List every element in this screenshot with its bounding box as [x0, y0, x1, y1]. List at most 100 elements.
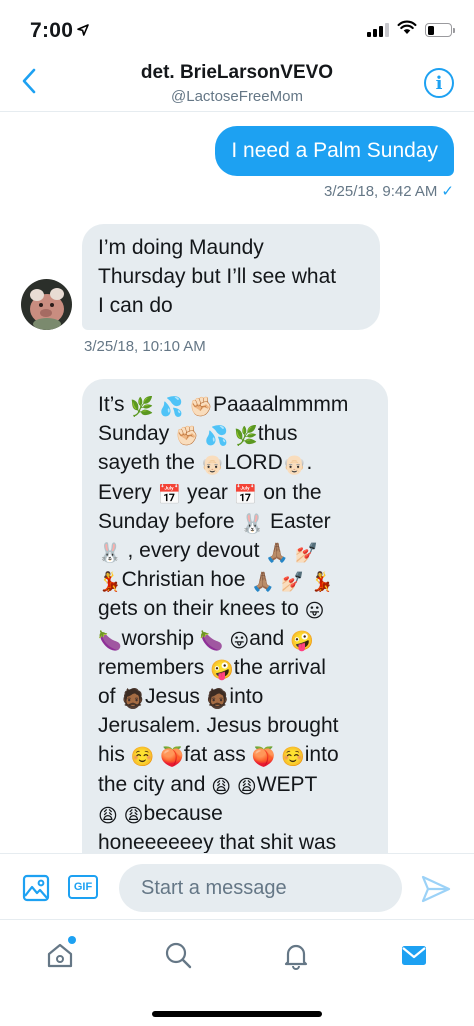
message-text: into	[229, 685, 264, 709]
message-line: Sunday ✊🏻 💦 🌿thus	[98, 419, 372, 448]
message-text: year	[181, 480, 234, 504]
home-indicator	[152, 1011, 322, 1017]
message-line: of 🧔🏾Jesus 🧔🏾into	[98, 682, 372, 711]
message-line: remembers 🤪the arrival	[98, 653, 372, 682]
sender-avatar[interactable]	[21, 279, 72, 330]
message-line: 🐰 , every devout 🙏🏽 💅🏻	[98, 536, 372, 565]
incoming-timestamp: 3/25/18, 10:10 AM	[84, 338, 206, 355]
message-line: Thursday but I’ll see what	[98, 265, 337, 289]
message-text: Christian hoe	[121, 568, 252, 592]
emoji: 🤪	[290, 629, 314, 652]
emoji: 🍆	[98, 629, 122, 652]
message-composer: GIF	[0, 853, 474, 919]
gif-button[interactable]: GIF	[68, 875, 98, 899]
emoji: 😩	[236, 775, 257, 798]
emoji: 👴🏻	[200, 454, 225, 477]
tab-messages[interactable]	[396, 938, 432, 972]
clock-text: 7:00	[30, 19, 74, 42]
info-icon: i	[435, 72, 443, 94]
conversation-header: det. BrieLarsonVEVO @LactoseFreeMom i	[0, 52, 474, 112]
notification-dot	[68, 936, 76, 944]
emoji: 🙏🏽	[251, 571, 275, 594]
message-line: Sunday before 🐰 Easter	[98, 507, 372, 536]
cellular-signal-icon	[367, 23, 389, 37]
message-text: WEPT	[256, 772, 318, 796]
message-text: the arrival	[233, 655, 326, 679]
notifications-icon	[284, 944, 308, 970]
message-line: 😩 😩because	[98, 799, 372, 828]
message-text: LORD	[224, 451, 283, 475]
emoji: 🍑	[251, 746, 276, 769]
send-button[interactable]	[420, 874, 452, 904]
message-text: his	[98, 743, 131, 767]
home-icon	[47, 943, 73, 968]
incoming-message-long[interactable]: It’s 🌿 💦 ✊🏻Paaaalmmmm Sunday ✊🏻 💦 🌿thus sa…	[82, 379, 388, 853]
message-text: Jerusalem. Jesus brought	[98, 714, 339, 738]
message-text: of	[98, 685, 122, 709]
bottom-tab-bar	[0, 919, 474, 1026]
outgoing-message[interactable]: I need a Palm Sunday	[215, 126, 454, 176]
emoji: 🌿	[234, 425, 258, 448]
emoji: 🧔🏾	[121, 688, 146, 711]
emoji: 😩	[123, 804, 144, 827]
info-button[interactable]: i	[424, 68, 454, 98]
send-icon	[421, 875, 451, 903]
emoji: 💅🏻	[294, 542, 319, 565]
message-input[interactable]	[119, 864, 402, 912]
message-text: Every	[98, 480, 158, 504]
status-indicators	[367, 20, 455, 40]
emoji: ☺️	[130, 746, 155, 769]
tab-search[interactable]	[160, 938, 196, 972]
add-photo-button[interactable]	[22, 874, 50, 902]
message-text: and	[249, 626, 291, 650]
message-line: Jerusalem. Jesus brought	[98, 711, 372, 740]
message-text: thus	[257, 422, 298, 446]
emoji: 🌿	[130, 396, 154, 418]
message-line: It’s 🌿 💦 ✊🏻Paaaalmmmm	[98, 390, 372, 419]
message-text: because	[143, 801, 223, 825]
check-icon: ✓	[441, 183, 454, 200]
tab-home[interactable]	[42, 936, 78, 972]
outgoing-timestamp: 3/25/18, 9:42 AM ✓	[324, 182, 454, 200]
battery-icon	[425, 23, 455, 37]
wifi-icon	[397, 20, 417, 40]
message-text: .	[306, 451, 313, 475]
message-thread[interactable]: I need a Palm Sunday 3/25/18, 9:42 AM ✓ I…	[0, 113, 474, 853]
message-text: fat ass	[183, 743, 252, 767]
emoji: 🧔🏾	[205, 688, 230, 711]
message-line: 💃Christian hoe 🙏🏽 💅🏻 💃	[98, 565, 372, 594]
message-text: It’s	[98, 393, 131, 416]
emoji: 💦	[204, 425, 229, 448]
search-icon	[165, 942, 192, 969]
message-line: sayeth the 👴🏻LORD👴🏻.	[98, 448, 372, 477]
status-bar: 7:00	[0, 0, 474, 52]
message-text: the city and	[98, 772, 212, 796]
message-line: honeeeeeey that shit was	[98, 828, 372, 853]
emoji: 🐰	[98, 542, 122, 565]
emoji: 😩	[98, 804, 118, 827]
tab-notifications[interactable]	[278, 938, 314, 972]
emoji: 🤪	[210, 658, 234, 681]
message-text: worship	[121, 626, 200, 650]
message-line: I’m doing Maundy	[98, 236, 264, 259]
message-text: gets on their knees to	[98, 597, 305, 621]
emoji: 😛	[229, 629, 250, 652]
emoji: 👴🏻	[282, 454, 307, 477]
message-line: the city and 😩 😩WEPT	[98, 770, 372, 799]
incoming-message[interactable]: I’m doing Maundy Thursday but I’ll see w…	[82, 224, 380, 330]
battery-level	[427, 25, 435, 35]
message-text: Paaaalmmmm	[213, 393, 349, 416]
emoji: 💦	[159, 396, 184, 418]
location-arrow-icon	[77, 18, 90, 42]
message-text: sayeth the	[98, 451, 201, 475]
emoji: 📅	[157, 483, 182, 506]
conversation-title[interactable]: det. BrieLarsonVEVO	[0, 62, 474, 84]
message-text: honeeeeeey that shit was	[98, 831, 337, 853]
gif-label: GIF	[73, 881, 93, 893]
emoji: ✊🏻	[189, 396, 213, 418]
emoji: 🙏🏽	[265, 542, 289, 565]
emoji: 🍆	[199, 629, 224, 652]
timestamp-text: 3/25/18, 9:42 AM	[324, 183, 438, 200]
messages-icon	[402, 946, 426, 965]
message-text: on the	[257, 480, 322, 504]
